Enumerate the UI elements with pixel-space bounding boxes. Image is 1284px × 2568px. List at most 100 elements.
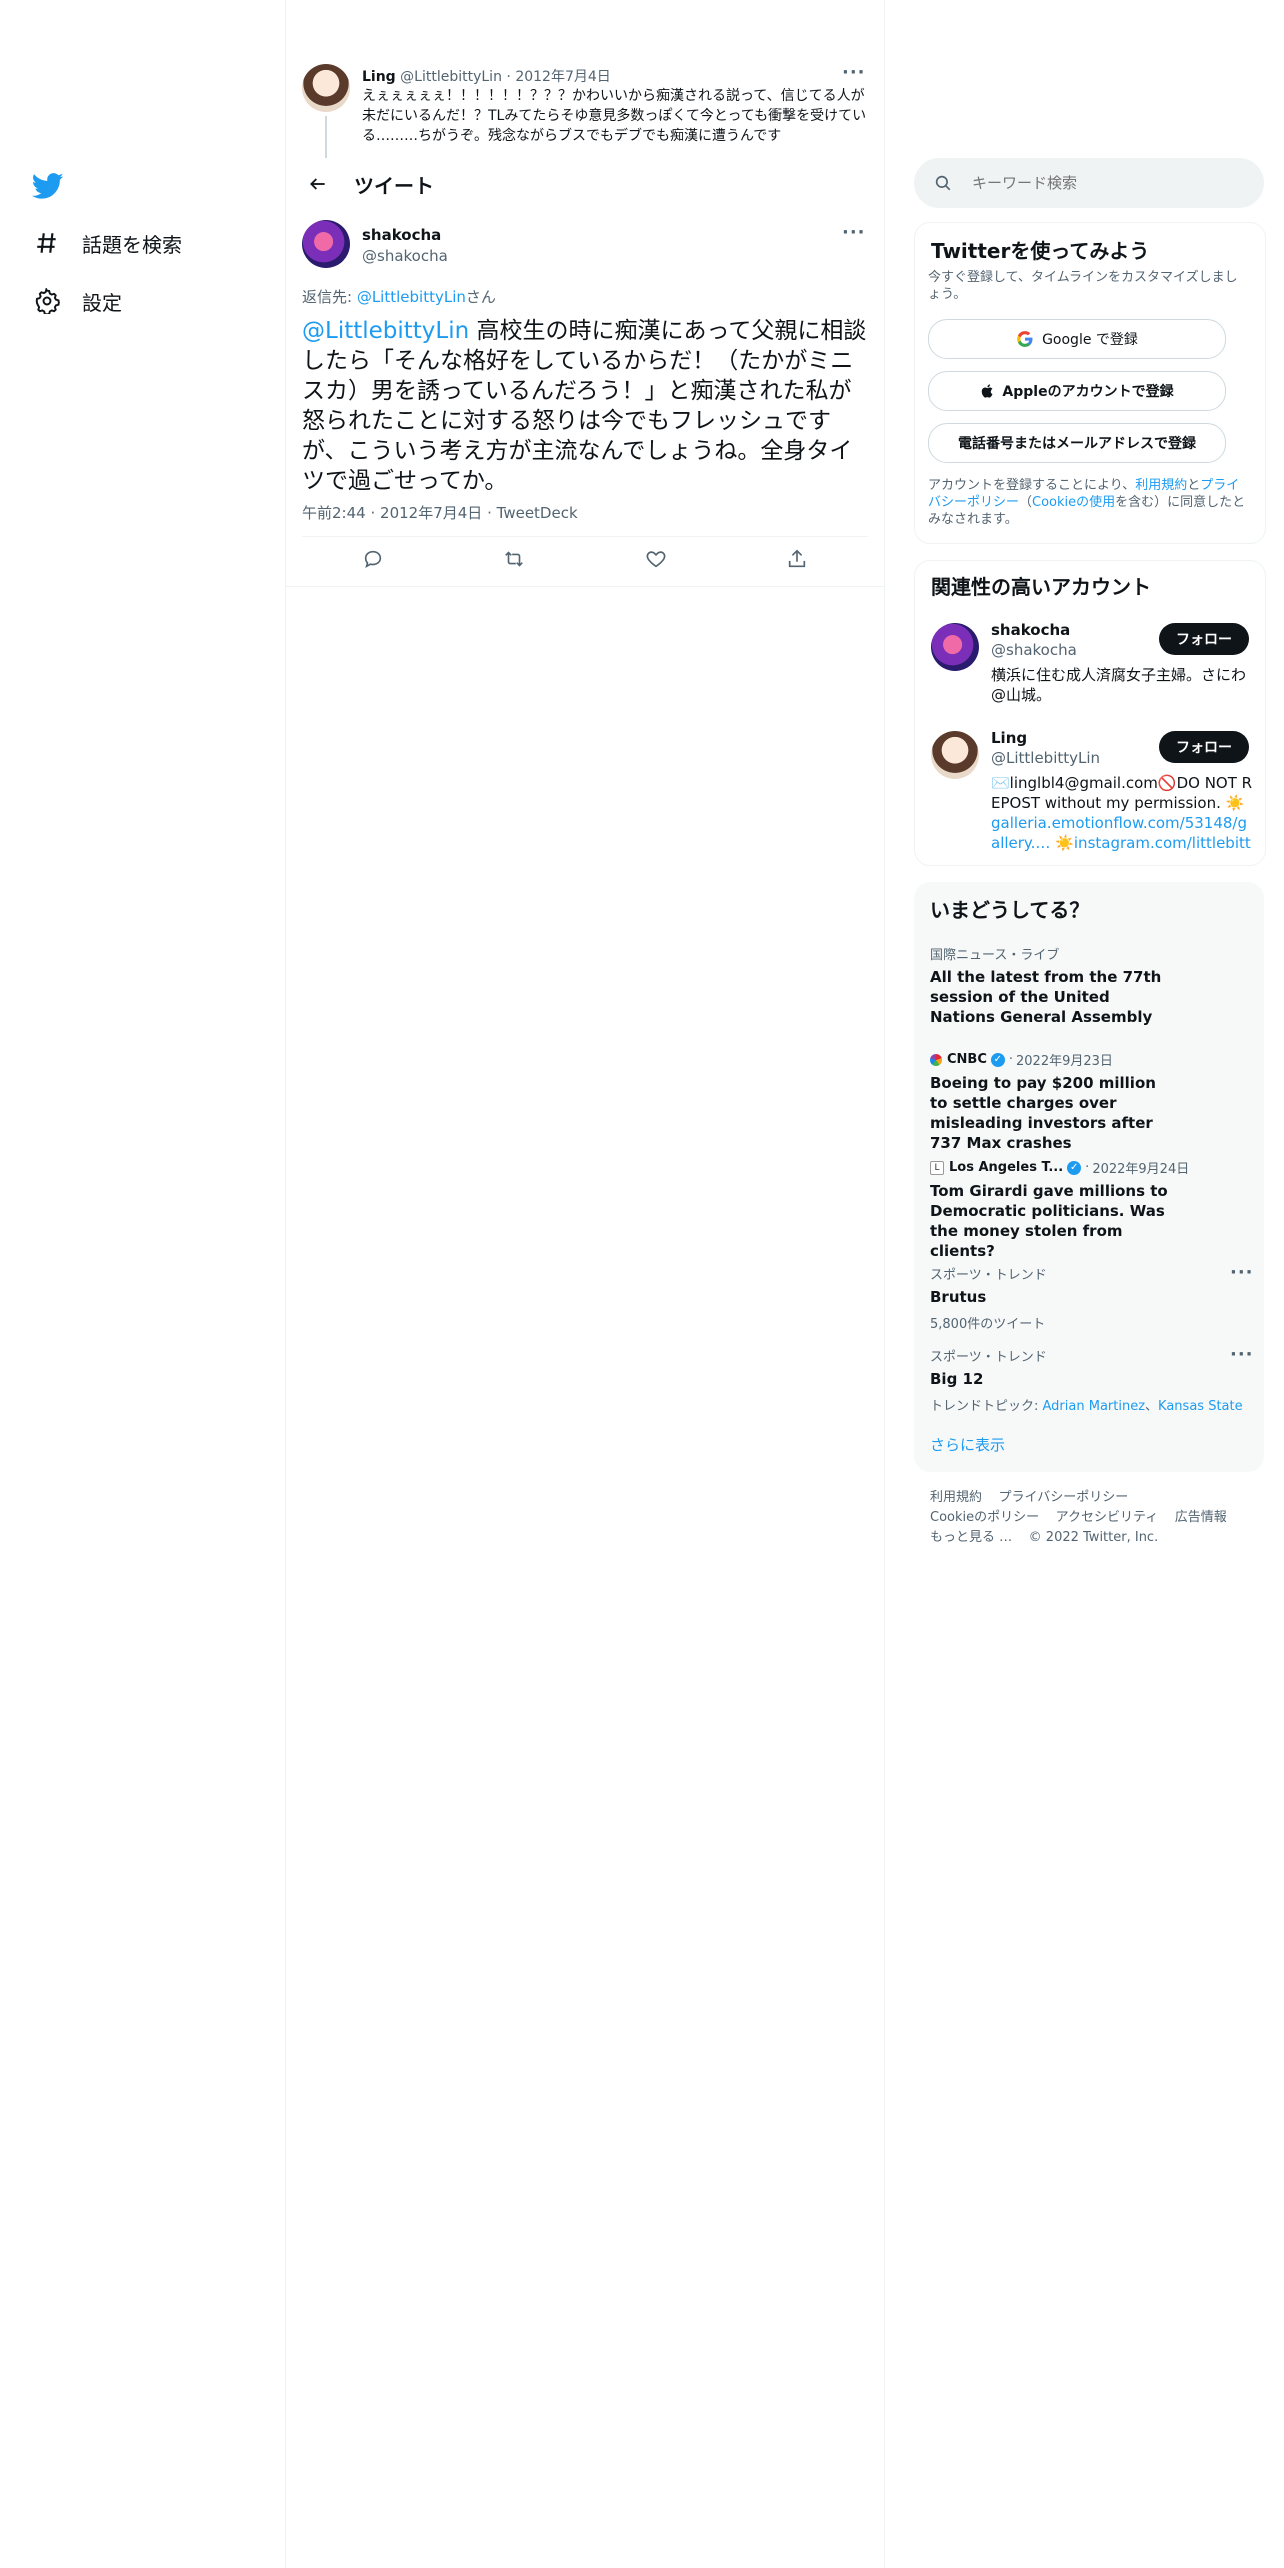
footer-more-link[interactable]: もっと見る …: [930, 1530, 1012, 1545]
reply-context: 返信先: @LittlebittyLinさん: [302, 286, 496, 307]
related-name[interactable]: Ling: [991, 729, 1027, 747]
topic-link[interactable]: Adrian Martinez: [1043, 1399, 1146, 1414]
reply-suffix: さん: [465, 288, 496, 306]
like-heart-icon[interactable]: [645, 548, 667, 574]
thread-line: [325, 116, 327, 158]
search-box[interactable]: [914, 158, 1264, 208]
trend-meta: CNBC ✓ · 2022年9月23日: [930, 1050, 1250, 1069]
parent-tweet-date[interactable]: 2012年7月4日: [515, 69, 610, 85]
main-column: Ling @LittlebittyLin · 2012年7月4日 ··· えぇぇ…: [286, 0, 885, 2568]
related-handle[interactable]: @LittlebittyLin: [991, 749, 1100, 767]
legal-text: アカウントを登録することにより、: [928, 478, 1136, 493]
parent-author-handle[interactable]: @LittlebittyLin: [400, 69, 502, 85]
tweet-source[interactable]: TweetDeck: [497, 504, 578, 522]
trend-item[interactable]: L Los Angeles T... ✓ · 2022年9月24日 Tom Gi…: [930, 1158, 1250, 1261]
cookie-link[interactable]: Cookieの使用: [1032, 495, 1115, 510]
trend-item[interactable]: CNBC ✓ · 2022年9月23日 Boeing to pay $200 m…: [930, 1050, 1250, 1153]
trend-meta: スポーツ・トレンド: [930, 1350, 1047, 1365]
share-icon[interactable]: [786, 548, 808, 574]
search-input[interactable]: [970, 173, 1234, 193]
ling-avatar[interactable]: [302, 64, 350, 112]
reply-icon[interactable]: [362, 548, 384, 574]
related-bio: ✉️linglbl4@gmail.com🚫DO NOT REPOST witho…: [991, 773, 1253, 853]
topic-link[interactable]: Kansas State: [1158, 1399, 1243, 1414]
google-signup-button[interactable]: Google で登録: [928, 319, 1226, 359]
trend-text: Brutus: [930, 1288, 987, 1306]
parent-tweet-header: Ling @LittlebittyLin · 2012年7月4日: [362, 66, 611, 86]
verified-badge-icon: ✓: [1067, 1160, 1082, 1175]
separator: 、: [1145, 1399, 1159, 1414]
related-account-row[interactable]: shakocha @shakocha フォロー 横浜に住む成人済腐女子主婦。さに…: [915, 617, 1265, 717]
trend-item[interactable]: 国際ニュース・ライブ All the latest from the 77th …: [930, 944, 1250, 1027]
tweet-mention-link[interactable]: @LittlebittyLin: [302, 318, 469, 344]
trend-date: 2022年9月24日: [1092, 1162, 1190, 1177]
tweet-metadata: 午前2:44 · 2012年7月4日 · TweetDeck: [302, 502, 578, 523]
related-name[interactable]: shakocha: [991, 621, 1070, 639]
related-account-row[interactable]: Ling @LittlebittyLin フォロー ✉️linglbl4@gma…: [915, 725, 1265, 855]
footer-accessibility-link[interactable]: アクセシビリティ: [1056, 1510, 1159, 1525]
hashtag-icon: [32, 228, 62, 258]
trend-more-icon[interactable]: ···: [1230, 1344, 1254, 1365]
shakocha-avatar[interactable]: [302, 220, 350, 268]
follow-button[interactable]: フォロー: [1159, 731, 1249, 763]
separator: ·: [506, 69, 511, 85]
separator: ·: [487, 504, 492, 522]
separator: ·: [1085, 1160, 1090, 1175]
google-signup-label: Google で登録: [1042, 332, 1138, 348]
shakocha-avatar[interactable]: [931, 623, 979, 671]
related-handle[interactable]: @shakocha: [991, 641, 1077, 659]
trend-text: All the latest from the 77th session of …: [930, 968, 1162, 1026]
tweet-author-handle[interactable]: @shakocha: [362, 247, 448, 265]
topic-label: トレンドトピック:: [930, 1399, 1043, 1414]
bio-text: ✉️linglbl4@gmail.com🚫DO NOT REPOST witho…: [991, 774, 1253, 812]
legal-text: （: [1019, 495, 1033, 510]
terms-link[interactable]: 利用規約: [1135, 478, 1187, 493]
trend-item[interactable]: スポーツ・トレンド Big 12 トレンドトピック: Adrian Martin…: [930, 1344, 1253, 1414]
reply-to-link[interactable]: @LittlebittyLin: [357, 288, 466, 306]
trend-item[interactable]: スポーツ・トレンド Brutus 5,800件のツイート ···: [930, 1262, 1253, 1332]
separator: ·: [370, 504, 376, 522]
trend-source: Los Angeles T...: [949, 1160, 1064, 1175]
tweet-text: 高校生の時に痴漢にあって父親に相談したら「そんな格好をしているからだ！（たかがミ…: [302, 318, 867, 494]
legal-text: と: [1187, 478, 1201, 493]
footer-cookie-link[interactable]: Cookieのポリシー: [930, 1510, 1039, 1525]
trend-meta: 国際ニュース・ライブ: [930, 948, 1060, 963]
related-bio: 横浜に住む成人済腐女子主婦。さにわ@山城。: [991, 666, 1247, 704]
tweet-more-options-icon[interactable]: ···: [842, 222, 866, 243]
divider: [286, 586, 884, 587]
retweet-icon[interactable]: [503, 548, 525, 574]
parent-tweet[interactable]: Ling @LittlebittyLin · 2012年7月4日 ··· えぇぇ…: [302, 62, 868, 158]
tweet-author-name[interactable]: shakocha: [362, 226, 441, 244]
apple-signup-button[interactable]: Appleのアカウントで登録: [928, 371, 1226, 411]
twitter-logo-icon[interactable]: [31, 170, 64, 202]
phone-email-signup-button[interactable]: 電話番号またはメールアドレスで登録: [928, 423, 1226, 463]
la-times-logo-icon: L: [930, 1160, 944, 1175]
parent-author-name[interactable]: Ling: [362, 69, 396, 85]
signup-card: Twitterを使ってみよう 今すぐ登録して、タイムラインをカスタマイズしましょ…: [914, 222, 1266, 544]
follow-button[interactable]: フォロー: [1159, 623, 1249, 655]
trend-count: 5,800件のツイート: [930, 1317, 1046, 1332]
nav-explore[interactable]: 話題を検索: [32, 228, 182, 258]
cnbc-logo-icon: [930, 1053, 942, 1066]
phone-email-signup-label: 電話番号またはメールアドレスで登録: [958, 436, 1196, 452]
separator: ·: [1008, 1052, 1014, 1067]
more-options-icon[interactable]: ···: [842, 62, 866, 83]
nav-settings[interactable]: 設定: [32, 286, 122, 316]
gear-icon: [32, 286, 62, 316]
signup-legal-text: アカウントを登録することにより、利用規約とプライバシーポリシー（Cookieの使…: [928, 477, 1248, 528]
ling-avatar[interactable]: [931, 731, 979, 779]
tweet-body: @LittlebittyLin 高校生の時に痴漢にあって父親に相談したら「そんな…: [302, 316, 868, 496]
related-accounts-card: 関連性の高いアカウント shakocha @shakocha フォロー 横浜に住…: [914, 560, 1266, 866]
footer-privacy-link[interactable]: プライバシーポリシー: [999, 1490, 1129, 1505]
apple-icon: [980, 382, 996, 400]
show-more-link[interactable]: さらに表示: [930, 1434, 1005, 1455]
tweet-time[interactable]: 午前2:44: [302, 504, 366, 522]
nav-settings-label: 設定: [82, 290, 122, 315]
signup-title: Twitterを使ってみよう: [931, 239, 1150, 263]
footer-terms-link[interactable]: 利用規約: [930, 1490, 982, 1505]
trends-title: いまどうしてる？: [930, 898, 1090, 922]
trend-more-icon[interactable]: ···: [1230, 1262, 1254, 1283]
back-arrow-icon[interactable]: [302, 168, 334, 200]
tweet-date[interactable]: 2012年7月4日: [380, 504, 482, 522]
footer-ads-link[interactable]: 広告情報: [1175, 1510, 1227, 1525]
